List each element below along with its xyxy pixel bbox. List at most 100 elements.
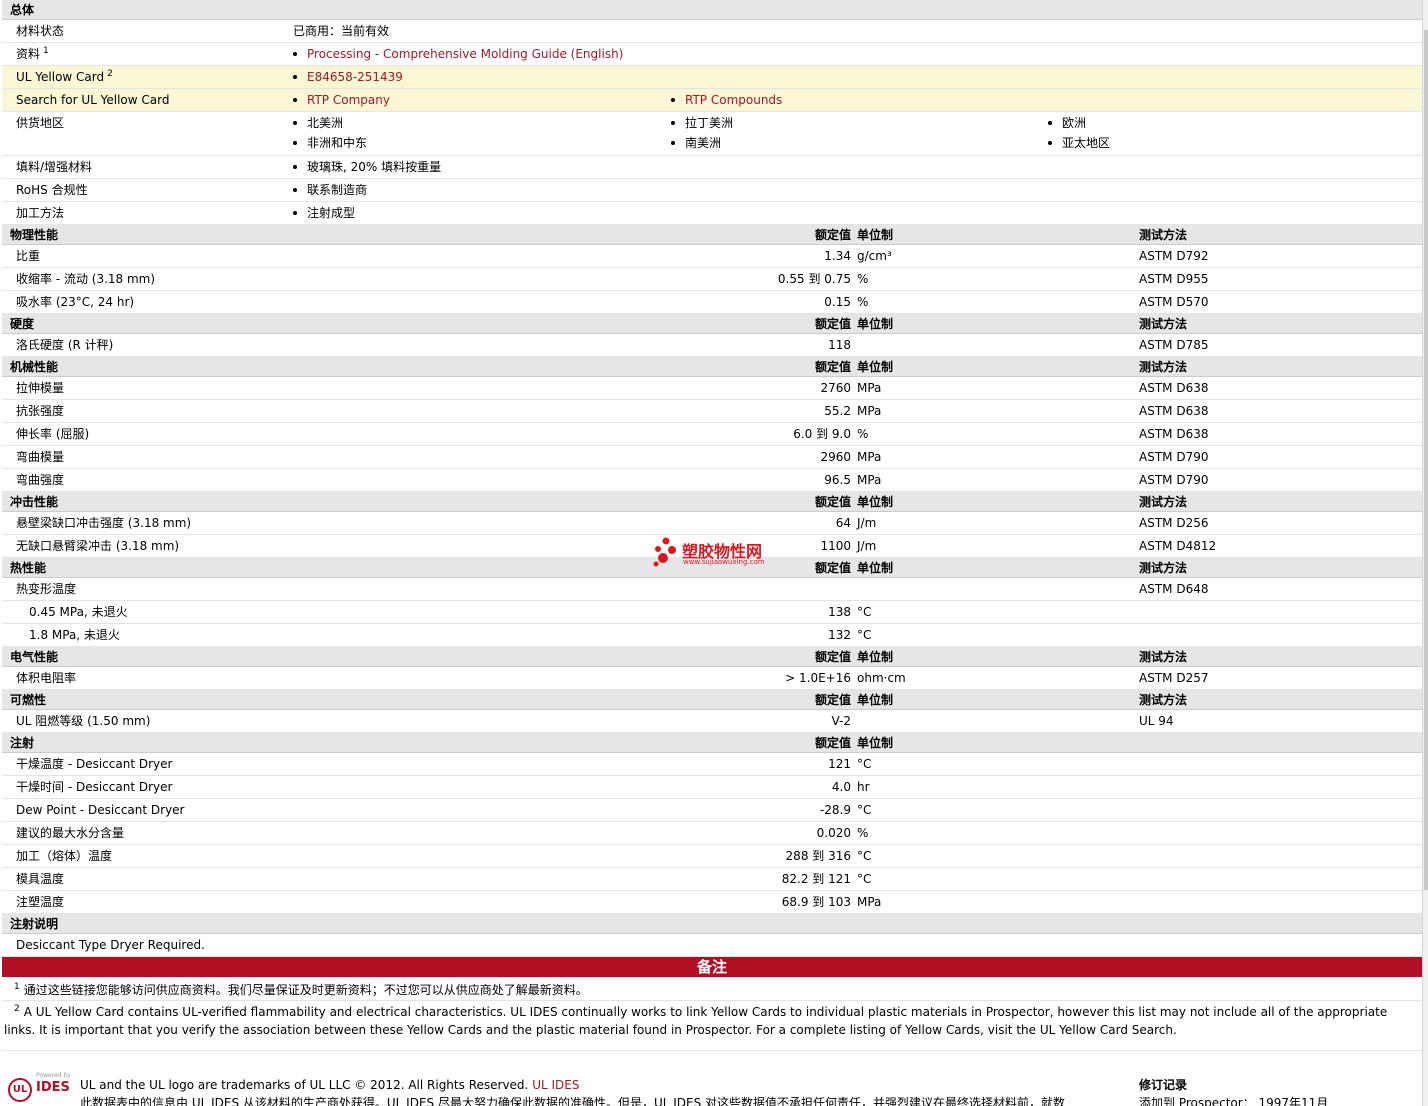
section-title: 电气性能 <box>10 650 59 664</box>
yellow-card-link[interactable]: E84658-251439 <box>307 70 403 84</box>
col-header-unit: 单位制 <box>857 495 894 509</box>
col-header-value: 额定值 <box>814 228 851 242</box>
property-unit: g/cm³ <box>857 249 892 263</box>
col-header-test: 测试方法 <box>1139 650 1188 664</box>
datasheet: 总体 材料状态 已商用：当前有效 资料 1 Processing - Compre… <box>2 0 1422 1106</box>
property-value: 4.0 <box>831 780 851 794</box>
property-unit: ohm·cm <box>857 671 906 685</box>
property-unit: % <box>857 295 869 309</box>
property-name: 拉伸模量 <box>16 381 65 395</box>
col-header-unit: 单位制 <box>857 650 894 664</box>
property-value: 64 <box>835 516 851 530</box>
property-name: 洛氏硬度 (R 计秤) <box>16 338 114 352</box>
property-unit: MPa <box>857 450 882 464</box>
property-row: 体积电阻率 > 1.0E+16 ohm·cm ASTM D257 <box>2 667 1422 690</box>
bullet-icon <box>671 120 675 125</box>
property-name: 比重 <box>16 249 41 263</box>
property-name: 弯曲强度 <box>16 473 65 487</box>
col-header-value: 额定值 <box>814 360 851 374</box>
region-item: 北美洲 <box>293 112 343 134</box>
remark-number: 2 <box>14 1004 20 1014</box>
property-unit: % <box>857 826 869 840</box>
property-name: UL 阻燃等级 (1.50 mm) <box>16 714 151 728</box>
col-header-test: 测试方法 <box>1139 228 1188 242</box>
bullet-icon <box>293 210 297 215</box>
col-header-value: 额定值 <box>814 650 851 664</box>
test-method: ASTM D570 <box>1139 295 1209 309</box>
field-label: 供货地区 <box>16 116 65 130</box>
property-row: 0.45 MPa, 未退火 138 °C <box>2 601 1422 624</box>
row-yellow-card: UL Yellow Card 2 E84658-251439 <box>2 66 1422 89</box>
remark-number: 1 <box>14 982 20 992</box>
property-unit: °C <box>857 803 872 817</box>
field-label: Search for UL Yellow Card <box>16 93 170 107</box>
test-method: ASTM D4812 <box>1139 539 1217 553</box>
property-unit: hr <box>857 780 870 794</box>
ides-brand: IDES <box>36 1080 70 1095</box>
col-header-unit: 单位制 <box>857 736 894 750</box>
property-name: 抗张强度 <box>16 404 65 418</box>
field-label: 材料状态 <box>16 24 65 38</box>
rtp-compounds-link[interactable]: RTP Compounds <box>685 93 782 107</box>
remarks-header: 备注 <box>2 957 1422 977</box>
section-title: 热性能 <box>10 561 47 575</box>
rtp-company-link[interactable]: RTP Company <box>307 93 390 107</box>
remark-text: 通过这些链接您能够访问供应商资料。我们尽量保证及时更新资料；不过您可以从供应商处… <box>23 983 588 997</box>
property-name: 无缺口悬臂梁冲击 (3.18 mm) <box>16 539 180 553</box>
property-value: 0.15 <box>824 295 851 309</box>
test-method: ASTM D257 <box>1139 671 1209 685</box>
section-impact-header: 冲击性能 额定值 单位制 测试方法 <box>2 492 1422 512</box>
property-row: 1.8 MPa, 未退火 132 °C <box>2 624 1422 647</box>
property-value: 2960 <box>820 450 851 464</box>
doc-link[interactable]: Processing - Comprehensive Molding Guide… <box>307 47 623 61</box>
watermark: 塑胶物性网 www.sujiaowuxing.com <box>652 536 792 572</box>
property-name: 加工（熔体）温度 <box>16 849 113 863</box>
property-row: 吸水率 (23°C, 24 hr) 0.15% ASTM D570 <box>2 291 1422 314</box>
property-unit: °C <box>857 757 872 771</box>
test-method: ASTM D638 <box>1139 427 1209 441</box>
test-method: UL 94 <box>1139 714 1174 728</box>
col-header-value: 额定值 <box>814 693 851 707</box>
bullet-icon <box>293 187 297 192</box>
property-name: 吸水率 (23°C, 24 hr) <box>16 295 135 309</box>
row-process-method: 加工方法 注射成型 <box>2 202 1422 225</box>
property-row: UL 阻燃等级 (1.50 mm) V-2 UL 94 <box>2 710 1422 733</box>
section-title: 可燃性 <box>10 693 47 707</box>
property-value: > 1.0E+16 <box>785 671 851 685</box>
property-row: 热变形温度 ASTM D648 <box>2 578 1422 601</box>
watermark-url: www.sujiaowuxing.com <box>683 558 765 566</box>
col-header-unit: 单位制 <box>857 693 894 707</box>
property-row: 注塑温度 68.9 到 103 MPa <box>2 891 1422 914</box>
bullet-icon <box>293 164 297 169</box>
field-label: 加工方法 <box>16 206 65 220</box>
property-row: 模具温度 82.2 到 121 °C <box>2 868 1422 891</box>
property-unit: J/m <box>857 516 877 530</box>
col-header-test: 测试方法 <box>1139 561 1188 575</box>
row-rohs: RoHS 合规性 联系制造商 <box>2 179 1422 202</box>
field-value: RTP Compounds <box>671 89 782 111</box>
ul-ides-link[interactable]: UL IDES <box>532 1078 579 1092</box>
section-electrical-header: 电气性能 额定值 单位制 测试方法 <box>2 647 1422 667</box>
property-value: 96.5 <box>824 473 851 487</box>
test-method: ASTM D785 <box>1139 338 1209 352</box>
field-value: RTP Company <box>293 89 390 111</box>
property-row: 干燥时间 - Desiccant Dryer 4.0 hr <box>2 776 1422 799</box>
row-filler: 填料/增强材料 玻璃珠, 20% 填料按重量 <box>2 156 1422 179</box>
property-name: 热变形温度 <box>16 582 77 596</box>
vertical-scrollbar[interactable] <box>1422 0 1428 1106</box>
bullet-icon <box>671 140 675 145</box>
col-header-value: 额定值 <box>814 495 851 509</box>
property-row: Dew Point - Desiccant Dryer -28.9 °C <box>2 799 1422 822</box>
property-row: 拉伸模量 2760 MPa ASTM D638 <box>2 377 1422 400</box>
property-unit: MPa <box>857 895 882 909</box>
col-header-value: 额定值 <box>814 561 851 575</box>
property-name: 注塑温度 <box>16 895 65 909</box>
scrollbar-thumb[interactable] <box>1424 30 1428 890</box>
property-name: 1.8 MPa, 未退火 <box>29 628 120 642</box>
section-injection-header: 注射 额定值 单位制 <box>2 733 1422 753</box>
property-name: 建议的最大水分含量 <box>16 826 125 840</box>
field-label: 资料 1 <box>16 46 49 61</box>
col-header-test: 测试方法 <box>1139 317 1188 331</box>
property-unit: °C <box>857 605 872 619</box>
revision-title: 修订记录 <box>1139 1078 1188 1092</box>
